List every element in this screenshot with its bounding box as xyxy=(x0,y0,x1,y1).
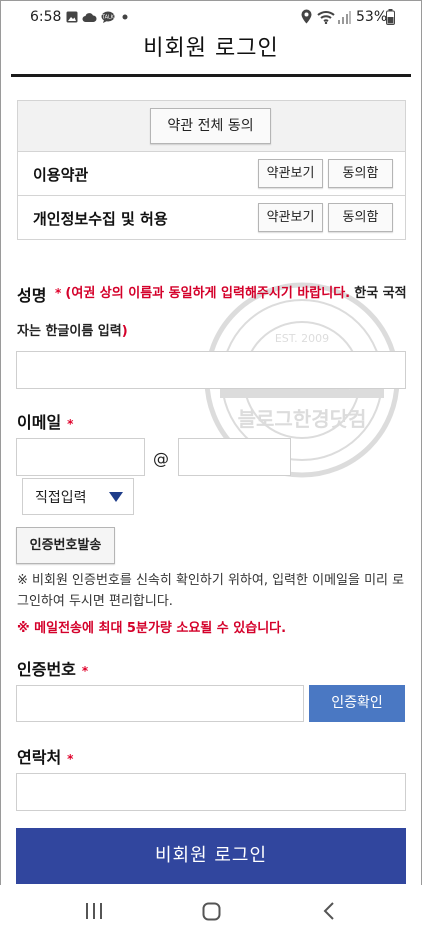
title-divider xyxy=(11,74,411,77)
name-note-red: (여권 상의 이름과 동일하게 입력해주시기 바랍니다. xyxy=(65,286,351,301)
talk-icon: TALK xyxy=(101,11,115,23)
send-code-button[interactable]: 인증번호발송 xyxy=(16,527,115,564)
agree-all-button[interactable]: 약관 전체 동의 xyxy=(150,108,271,144)
back-icon[interactable] xyxy=(323,902,335,920)
name-input[interactable] xyxy=(16,351,406,389)
name-note-close: ) xyxy=(121,324,128,339)
name-note-line-1: * (여권 상의 이름과 동일하게 입력해주시기 바랍니다. 한국 국적 xyxy=(17,282,412,301)
wifi-icon xyxy=(317,11,335,24)
email-local-input[interactable] xyxy=(16,438,145,476)
terms-row-label: 개인정보수집 및 허용 xyxy=(33,210,168,228)
email-domain-select[interactable]: 직접입력 xyxy=(22,478,134,515)
code-label-row: 인증번호 * xyxy=(17,656,88,680)
location-icon xyxy=(301,9,312,24)
android-nav-bar xyxy=(0,885,422,937)
email-notice: ※ 비회원 인증번호를 신속히 확인하기 위하여, 입력한 이메일을 미리 로그… xyxy=(17,573,405,609)
watermark-bottom-text: 블로그한경닷컴 xyxy=(238,407,367,431)
view-terms-button[interactable]: 약관보기 xyxy=(258,159,323,188)
terms-row-privacy: 개인정보수집 및 허용 약관보기 동의함 xyxy=(18,197,405,240)
confirm-code-button[interactable]: 인증확인 xyxy=(309,685,405,722)
terms-header: 약관 전체 동의 xyxy=(18,101,405,152)
email-at-sign: @ xyxy=(153,449,169,468)
email-label-row: 이메일 * xyxy=(17,409,73,433)
phone-input[interactable] xyxy=(16,773,406,811)
dot-icon xyxy=(122,14,128,20)
cloud-icon xyxy=(82,13,97,22)
view-terms-button[interactable]: 약관보기 xyxy=(258,203,323,232)
battery-icon xyxy=(386,9,395,25)
dropdown-arrow-icon xyxy=(109,492,123,502)
name-note-black: 한국 국적 xyxy=(354,286,407,301)
svg-text:TALK: TALK xyxy=(101,15,115,21)
email-delay-warning: ※ 메일전송에 최대 5분가량 소요될 수 있습니다. xyxy=(17,621,287,636)
name-note-black-2: 자는 한글이름 입력 xyxy=(17,324,122,339)
page-title: 비회원 로그인 xyxy=(143,36,279,61)
email-domain-input[interactable] xyxy=(178,438,291,476)
required-mark: * xyxy=(55,286,62,300)
home-icon[interactable] xyxy=(202,902,221,921)
guest-login-submit-button[interactable]: 비회원 로그인 xyxy=(16,828,406,884)
agree-button[interactable]: 동의함 xyxy=(328,203,393,232)
image-icon xyxy=(66,11,78,23)
recent-apps-icon[interactable] xyxy=(85,902,103,920)
code-label: 인증번호 xyxy=(17,660,76,679)
status-bar: 6:58 TALK 53% xyxy=(0,0,422,34)
email-label: 이메일 xyxy=(17,413,62,432)
phone-label: 연락처 xyxy=(17,748,62,767)
email-domain-select-value: 직접입력 xyxy=(35,490,87,506)
signal-icon xyxy=(338,11,351,24)
required-mark: * xyxy=(67,752,74,766)
required-mark: * xyxy=(81,664,89,678)
agree-button[interactable]: 동의함 xyxy=(328,159,393,188)
terms-row-usage: 이용약관 약관보기 동의함 xyxy=(18,153,405,196)
terms-box: 약관 전체 동의 이용약관 약관보기 동의함 개인정보수집 및 허용 약관보기 … xyxy=(17,100,406,240)
name-note-line-2: 자는 한글이름 입력) xyxy=(17,320,412,339)
terms-row-label: 이용약관 xyxy=(33,166,89,184)
phone-label-row: 연락처 * xyxy=(17,744,73,768)
battery-percent: 53% xyxy=(356,9,388,25)
required-mark: * xyxy=(67,417,74,431)
status-time: 6:58 xyxy=(30,9,62,25)
code-input[interactable] xyxy=(16,685,304,722)
